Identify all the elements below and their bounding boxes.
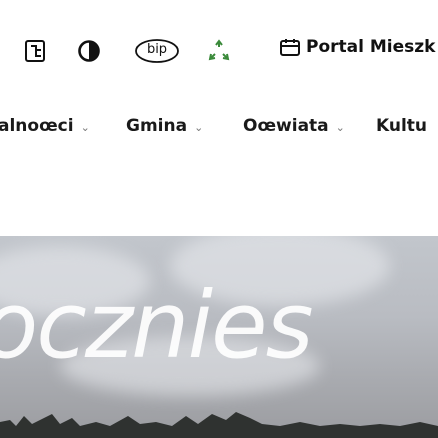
chevron-down-icon: ⌄: [80, 120, 90, 134]
calendar-icon: [280, 39, 300, 56]
recycle-icon: [208, 39, 230, 61]
chevron-down-icon: ⌄: [335, 120, 345, 134]
hero-title: ocznies: [0, 272, 314, 379]
nav-item-aktualnosci[interactable]: alnoœci ⌄: [0, 116, 90, 136]
nav-item-gmina[interactable]: Gmina ⌄: [126, 116, 203, 136]
bip-label: bip: [146, 42, 168, 57]
nav-item-oswiata[interactable]: Oœwiata ⌄: [243, 116, 345, 136]
portal-label: Portal Mieszk: [306, 37, 436, 57]
nav-item-label: Kultu: [376, 116, 428, 136]
utility-bar: bip Portal Mieszk: [0, 0, 438, 110]
recycle-button[interactable]: [206, 38, 232, 64]
nav-item-label: alnoœci: [0, 116, 74, 136]
contrast-button[interactable]: [76, 38, 102, 64]
portal-mieszkanca-link[interactable]: Portal Mieszk: [280, 37, 435, 57]
bip-button[interactable]: bip: [134, 38, 180, 64]
treeline-image: [0, 412, 438, 438]
nav-item-kultura[interactable]: Kultu: [376, 116, 427, 136]
contrast-icon: [78, 40, 100, 62]
nav-item-label: Gmina: [126, 116, 188, 136]
sitemap-button[interactable]: [22, 38, 48, 64]
chevron-down-icon: ⌄: [194, 120, 204, 134]
hero-banner: ocznies: [0, 236, 438, 438]
nav-item-label: Oœwiata: [243, 116, 329, 136]
main-nav: alnoœci ⌄ Gmina ⌄ Oœwiata ⌄ Kultu: [0, 110, 438, 156]
sitemap-icon: [25, 40, 45, 62]
